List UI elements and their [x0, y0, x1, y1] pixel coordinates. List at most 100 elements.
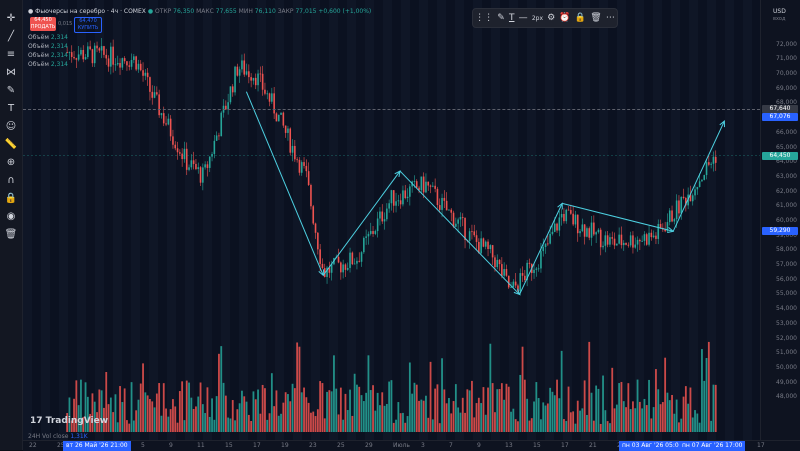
time-tick-label: 9 — [477, 442, 481, 449]
line-style-icon[interactable]: — — [519, 13, 528, 23]
zigzag-segment — [245, 91, 324, 276]
price-tick-label: 60,000 — [776, 217, 797, 224]
sell-button[interactable]: 64,450 ПРОДАТЬ — [30, 17, 56, 31]
line-color-icon[interactable]: ✎ — [497, 13, 505, 23]
candle-body — [103, 46, 105, 55]
drag-handle-icon[interactable]: ⋮⋮ — [475, 13, 493, 23]
volume-bar — [703, 380, 706, 432]
candle-body — [73, 56, 75, 59]
volume-bar — [374, 410, 377, 432]
left-drawing-toolbar: ✛ ╱ ≡ ⋈ ✎ T ☺ 📏 ⊕ ∩ 🔒 ◉ 🗑 — [0, 0, 23, 450]
candle-body — [82, 49, 85, 60]
volume-bar — [680, 418, 683, 432]
price-tick-label: 58,000 — [776, 246, 797, 254]
lock-icon[interactable]: 🔒 — [3, 192, 19, 206]
symbol-legend: ● Фьючерсы на серебро · 4ч · COMEX ● ОТК… — [28, 8, 371, 15]
lock-drawing-icon[interactable]: 🔒 — [575, 13, 586, 23]
volume-bar — [535, 382, 538, 432]
text-tool-icon[interactable]: T — [3, 102, 19, 116]
chart-pane[interactable] — [23, 0, 760, 440]
candle-body — [533, 269, 535, 274]
volume-bar — [533, 401, 535, 432]
candle-body — [519, 273, 522, 292]
candle-body — [282, 112, 285, 126]
brush-icon[interactable]: ✎ — [3, 84, 19, 98]
indicator-label: Объём — [28, 43, 49, 50]
price-tick-label: 52,000 — [776, 334, 797, 342]
volume-bar — [142, 363, 144, 432]
price-axis[interactable]: USD вход 72,000 71,000 70,000 69,000 68,000 6… — [760, 0, 800, 440]
candle-body — [482, 238, 485, 247]
volume-bar — [420, 399, 423, 432]
candle-body — [195, 163, 197, 170]
volume-bar — [231, 400, 234, 432]
volume-bar — [165, 408, 167, 432]
time-tick-label: 17 — [253, 442, 261, 449]
crosshair-icon[interactable]: ✛ — [3, 12, 19, 26]
trash-icon[interactable]: 🗑 — [3, 228, 19, 242]
candle-body — [436, 188, 439, 206]
candle-body — [374, 231, 377, 234]
indicator-row[interactable]: Объём 2,314 — [28, 43, 68, 50]
time-tick-label: 5 — [141, 442, 145, 449]
candle-body — [512, 281, 515, 288]
candle-body — [363, 237, 365, 253]
horizontal-line-drawing[interactable] — [23, 109, 760, 110]
ohlc-close: 77,015 — [295, 8, 317, 15]
alert-icon[interactable]: ⏰ — [559, 13, 570, 23]
volume-bar — [436, 384, 439, 432]
indicator-row[interactable]: Объём 2,314 — [28, 34, 68, 41]
volume-bar — [406, 416, 409, 432]
candle-body — [231, 86, 234, 93]
volume-bar — [657, 389, 660, 432]
price-tick-label: 61,000 — [776, 202, 797, 210]
ohlc-open: 76,350 — [173, 8, 195, 15]
market-status-icon: ● — [147, 8, 154, 15]
candle-body — [142, 70, 144, 76]
candle-body — [162, 113, 165, 124]
candle-body — [402, 190, 404, 205]
volume-bar — [206, 387, 209, 432]
volume-bar — [613, 408, 616, 432]
trend-line-icon[interactable]: ╱ — [3, 30, 19, 44]
volume-bar — [167, 416, 170, 432]
chart-svg — [23, 37, 760, 432]
pattern-tool-icon[interactable]: ⋈ — [3, 66, 19, 80]
currency-label[interactable]: USD — [773, 8, 786, 15]
volume-bar — [537, 398, 540, 432]
ruler-icon[interactable]: 📏 — [3, 138, 19, 152]
more-icon[interactable]: ⋯ — [606, 13, 615, 23]
volume-bar — [126, 420, 128, 432]
candle-body — [602, 245, 604, 248]
delete-drawing-icon[interactable]: 🗑 — [590, 13, 601, 23]
candle-body — [68, 52, 71, 53]
volume-bar — [146, 395, 149, 432]
candle-body — [259, 73, 262, 75]
indicator-row[interactable]: Объём 2,314 — [28, 52, 68, 59]
text-color-icon[interactable]: T — [509, 13, 515, 23]
volume-bar — [599, 423, 602, 432]
candle-body — [80, 49, 82, 55]
buy-button[interactable]: 64,470 КУПИТЬ — [74, 17, 102, 33]
price-tick-label: 70,000 — [776, 70, 797, 78]
volume-bar — [491, 383, 494, 432]
time-tick-label: 19 — [281, 442, 289, 449]
settings-icon[interactable]: ⚙ — [547, 13, 555, 23]
volume-bar — [201, 404, 204, 432]
volume-bar — [429, 361, 432, 432]
symbol-title[interactable]: Фьючерсы на серебро · 4ч · COMEX — [35, 8, 146, 15]
eye-icon[interactable]: ◉ — [3, 210, 19, 224]
time-axis[interactable]: 2225Июн35911151719232529Июль379131517212… — [23, 440, 800, 451]
volume-bar — [383, 405, 386, 432]
candle-body — [489, 245, 492, 249]
candle-body — [438, 205, 441, 210]
zoom-icon[interactable]: ⊕ — [3, 156, 19, 170]
fib-tool-icon[interactable]: ≡ — [3, 48, 19, 62]
emoji-icon[interactable]: ☺ — [3, 120, 19, 134]
line-width-value[interactable]: 2px — [532, 15, 543, 22]
volume-bar — [712, 384, 715, 432]
magnet-icon[interactable]: ∩ — [3, 174, 19, 188]
volume-bar — [144, 392, 147, 432]
candle-body — [650, 232, 653, 238]
indicator-row[interactable]: Объём 2,314 — [28, 61, 68, 68]
